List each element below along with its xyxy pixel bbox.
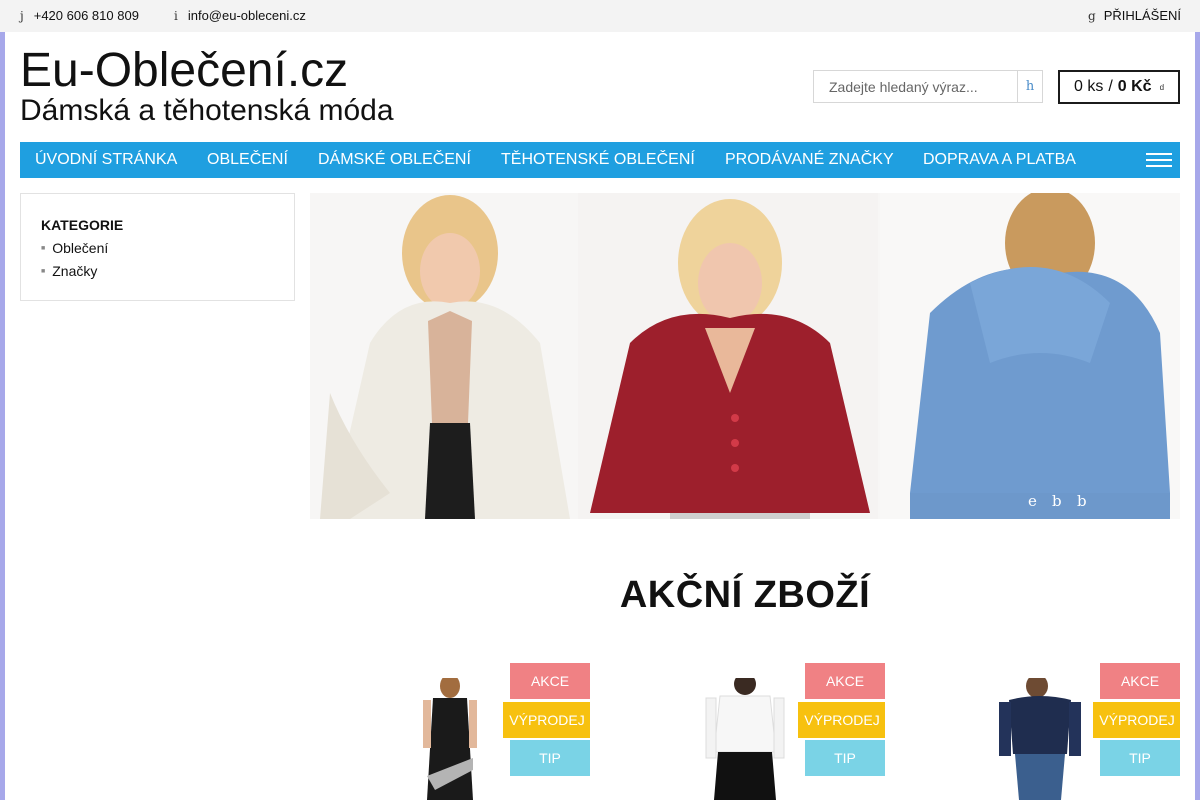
badge-tip: TIP xyxy=(510,740,590,776)
left-accent-bar xyxy=(0,32,5,800)
search-box: h xyxy=(813,70,1043,103)
email-icon: i xyxy=(174,8,178,23)
hamburger-menu-icon[interactable] xyxy=(1146,153,1172,167)
cart-icon: d xyxy=(1159,82,1165,92)
product-image[interactable] xyxy=(395,678,505,800)
badge-sale: AKCE xyxy=(510,663,590,699)
sidebar-title: KATEGORIE xyxy=(41,217,124,233)
main-navigation: ÚVODNÍ STRÁNKA OBLEČENÍ DÁMSKÉ OBLEČENÍ … xyxy=(20,142,1180,178)
site-title[interactable]: Eu-Oblečení.cz xyxy=(20,44,348,98)
cart-total: 0 Kč xyxy=(1117,78,1152,95)
email-contact[interactable]: i info@eu-obleceni.cz xyxy=(174,8,306,23)
nav-item-womens-clothing[interactable]: DÁMSKÉ OBLEČENÍ xyxy=(318,142,471,178)
right-accent-bar xyxy=(1195,32,1200,800)
search-input[interactable] xyxy=(814,71,1019,102)
badge-sale: AKCE xyxy=(805,663,885,699)
phone-contact[interactable]: j +420 606 810 809 xyxy=(20,8,139,23)
search-button[interactable]: h xyxy=(1017,71,1042,102)
hero-banner-slider[interactable] xyxy=(310,193,1180,519)
nav-item-brands[interactable]: PRODÁVANÉ ZNAČKY xyxy=(725,142,894,178)
sidebar-item-brands[interactable]: ■ Značky xyxy=(41,263,97,279)
product-card[interactable]: AKCE VÝPRODEJ TIP xyxy=(590,650,885,800)
bullet-icon: ■ xyxy=(41,244,46,252)
sidebar-item-label[interactable]: Značky xyxy=(52,263,97,279)
nav-item-home[interactable]: ÚVODNÍ STRÁNKA xyxy=(35,142,177,178)
nav-item-clothing[interactable]: OBLEČENÍ xyxy=(207,142,288,178)
badge-sale: AKCE xyxy=(1100,663,1180,699)
cart-button[interactable]: 0 ks / 0 Kč d xyxy=(1058,70,1180,104)
top-contact-bar: j +420 606 810 809 i info@eu-obleceni.cz… xyxy=(0,0,1200,32)
phone-number[interactable]: +420 606 810 809 xyxy=(34,8,139,23)
slider-dot[interactable]: b xyxy=(1052,492,1062,510)
cart-separator: / xyxy=(1108,78,1113,95)
section-title: AKČNÍ ZBOŽÍ xyxy=(619,574,871,616)
email-address[interactable]: info@eu-obleceni.cz xyxy=(188,8,306,23)
sidebar-item-clothing[interactable]: ■ Oblečení xyxy=(41,240,108,256)
search-icon: h xyxy=(1025,79,1035,94)
badge-clearance: VÝPRODEJ xyxy=(798,702,885,738)
product-card[interactable]: AKCE VÝPRODEJ TIP xyxy=(885,650,1180,800)
nav-item-shipping-payment[interactable]: DOPRAVA A PLATBA xyxy=(923,142,1076,178)
blue-cardigan-model xyxy=(880,193,1180,519)
bullet-icon: ■ xyxy=(41,267,46,275)
slider-dot[interactable]: b xyxy=(1077,492,1087,510)
product-card[interactable]: AKCE VÝPRODEJ TIP xyxy=(295,650,590,800)
product-image[interactable] xyxy=(690,678,800,800)
banner-image xyxy=(310,193,1180,519)
user-icon: g xyxy=(1088,8,1096,23)
cart-count: 0 ks xyxy=(1073,78,1104,95)
badge-clearance: VÝPRODEJ xyxy=(503,702,590,738)
site-subtitle: Dámská a těhotenská móda xyxy=(20,94,394,127)
sidebar-item-label[interactable]: Oblečení xyxy=(52,240,108,256)
badge-tip: TIP xyxy=(1100,740,1180,776)
login-link[interactable]: g PŘIHLÁŠENÍ xyxy=(1088,8,1181,23)
category-sidebar: KATEGORIE ■ Oblečení ■ Značky xyxy=(20,193,295,301)
burgundy-cardigan-model xyxy=(578,193,878,519)
nav-item-maternity-clothing[interactable]: TĚHOTENSKÉ OBLEČENÍ xyxy=(501,142,695,178)
login-label[interactable]: PŘIHLÁŠENÍ xyxy=(1104,8,1181,23)
badge-clearance: VÝPRODEJ xyxy=(1093,702,1180,738)
product-image[interactable] xyxy=(985,678,1095,800)
phone-icon: j xyxy=(20,8,24,23)
slider-dot-active[interactable]: e xyxy=(1028,492,1037,510)
badge-tip: TIP xyxy=(805,740,885,776)
